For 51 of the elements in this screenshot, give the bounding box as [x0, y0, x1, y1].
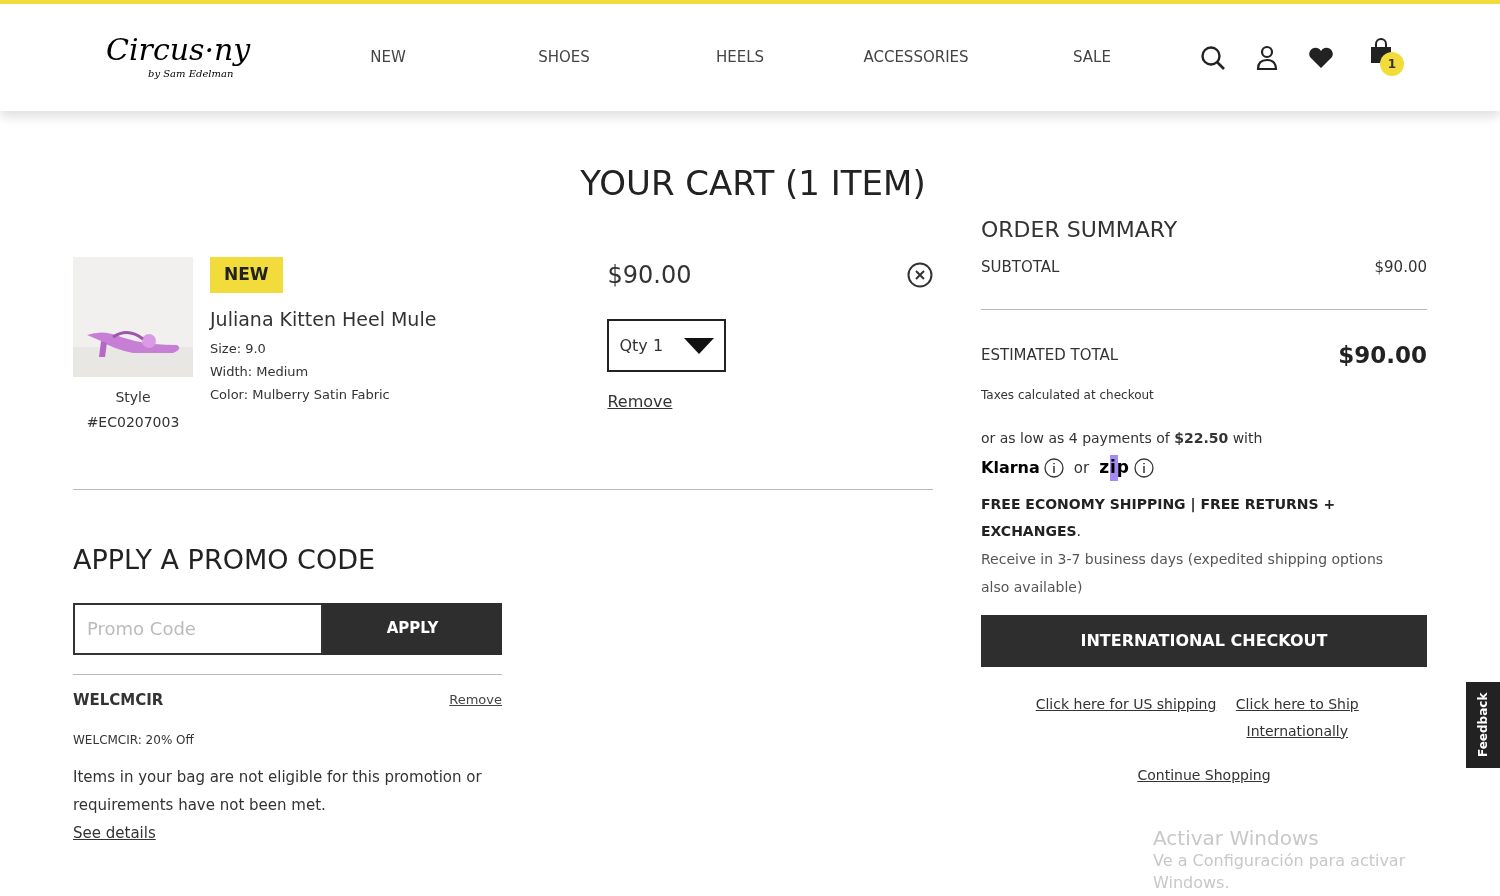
checkout-button[interactable]: INTERNATIONAL CHECKOUT: [981, 614, 1427, 667]
product-detail: Size: 9.0: [210, 340, 266, 358]
estimated-total-value: $90.00: [1338, 340, 1427, 370]
us-shipping-link[interactable]: Click here for US shipping: [1035, 690, 1217, 718]
continue-shopping-link[interactable]: Continue Shopping: [1137, 764, 1271, 786]
nav-link[interactable]: HEELS: [652, 46, 828, 69]
promo-code: WELCMCIR: [73, 689, 164, 711]
logo-byline: by Sam Edelman: [147, 67, 235, 81]
info-icon[interactable]: [1134, 457, 1154, 478]
promo-description: WELCMCIR: 20% Off: [73, 732, 194, 749]
quantity-select[interactable]: Qty 1: [607, 319, 727, 372]
caret-icon: [684, 337, 715, 354]
remove-link[interactable]: Remove: [449, 690, 502, 710]
subtotal-value: $90.00: [1374, 257, 1427, 278]
nav-link[interactable]: SHOES: [476, 46, 652, 69]
cart-count-badge: 1: [1380, 51, 1404, 76]
nav-link[interactable]: SALE: [1004, 46, 1180, 69]
installments-text: or as low as 4 payments of $22.50 with: [981, 429, 1264, 448]
item-price: $90.00: [607, 260, 692, 291]
klarna-logo: Klarna: [981, 456, 1040, 479]
heart-icon[interactable]: [1308, 46, 1334, 69]
shipping-heading: FREE ECONOMY SHIPPING | FREE RETURNS + EXCHANGES.: [981, 494, 1337, 541]
feedback-tab[interactable]: Feedback: [1466, 682, 1500, 768]
zip-logo: zip: [1099, 455, 1130, 481]
see-details-link[interactable]: See details: [73, 819, 156, 847]
info-icon[interactable]: [1043, 457, 1064, 478]
international-shipping-link[interactable]: Click here to Ship Internationally: [1222, 690, 1373, 745]
apply-button[interactable]: APPLY: [323, 602, 502, 655]
promo-code-field[interactable]: Promo Code: [73, 602, 323, 655]
logo[interactable]: Circus·ny: [106, 34, 300, 66]
estimated-total-label: ESTIMATED TOTAL: [981, 344, 1119, 366]
nav-link[interactable]: ACCESSORIES: [828, 46, 1004, 69]
promo-heading: APPLY A PROMO CODE: [73, 543, 376, 577]
nav-link[interactable]: NEW: [300, 46, 476, 69]
tax-note: Taxes calculated at checkout: [981, 387, 1154, 404]
product-name[interactable]: Juliana Kitten Heel Mule: [210, 304, 608, 333]
search-icon[interactable]: [1200, 44, 1226, 71]
promo-message: Items in your bag are not eligible for this promotion or requirements have not been met.: [73, 767, 483, 816]
remove-link[interactable]: Remove: [607, 390, 673, 414]
page-title: YOUR CART (1 ITEM): [579, 163, 927, 203]
style-number: #EC0207003: [86, 413, 180, 432]
product-detail: Width: Medium: [210, 363, 309, 381]
subtotal-label: SUBTOTAL: [981, 257, 1060, 278]
account-icon[interactable]: [1256, 44, 1278, 71]
or-text: or: [1073, 457, 1090, 479]
order-summary-heading: ORDER SUMMARY: [981, 216, 1179, 244]
new-badge: NEW: [210, 257, 283, 293]
style-label: Style: [115, 388, 151, 407]
product-detail: Color: Mulberry Satin Fabric: [210, 386, 390, 404]
close-icon[interactable]: [907, 262, 933, 288]
shipping-note: Receive in 3-7 business days (expedited shipping options also available): [981, 549, 1385, 597]
